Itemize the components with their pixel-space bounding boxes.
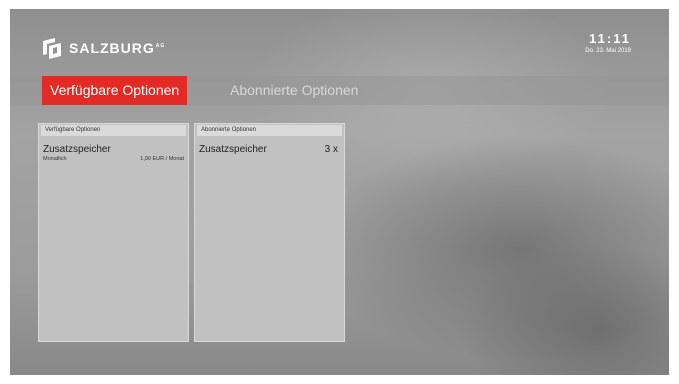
screen-border <box>0 375 679 384</box>
brand-logo: SALZBURGAG <box>41 37 165 59</box>
option-details: Monatlich 1,90 EUR / Monat <box>39 155 188 162</box>
option-title: Zusatzspeicher <box>199 144 267 155</box>
tab-available-options[interactable]: Verfügbare Optionen <box>42 76 188 105</box>
tab-bar: Verfügbare Optionen Abonnierte Optionen <box>10 76 669 105</box>
panel-header: Verfügbare Optionen <box>41 125 186 136</box>
option-count: 3 x <box>324 144 338 155</box>
list-item[interactable]: Zusatzspeicher Monatlich 1,90 EUR / Mona… <box>39 136 188 162</box>
list-item[interactable]: Zusatzspeicher 3 x <box>195 136 344 155</box>
clock-date: Do. 23. Mai 2019 <box>585 48 631 54</box>
option-title: Zusatzspeicher <box>43 144 111 155</box>
logo-icon <box>43 38 61 59</box>
available-options-panel: Verfügbare Optionen Zusatzspeicher Monat… <box>38 123 189 342</box>
screen-border <box>0 0 10 384</box>
screen-border <box>669 0 679 384</box>
clock-time: 11:11 <box>589 31 631 46</box>
tab-subscribed-options[interactable]: Abonnierte Optionen <box>222 76 366 105</box>
panel-header: Abonnierte Optionen <box>197 125 342 136</box>
option-billing: Monatlich <box>43 156 67 162</box>
subscribed-options-panel: Abonnierte Optionen Zusatzspeicher 3 x <box>194 123 345 342</box>
option-price: 1,90 EUR / Monat <box>140 156 184 162</box>
clock: 11:11 Do. 23. Mai 2019 <box>585 31 631 55</box>
brand-name: SALZBURGAG <box>69 40 166 56</box>
screen-border <box>0 0 679 9</box>
